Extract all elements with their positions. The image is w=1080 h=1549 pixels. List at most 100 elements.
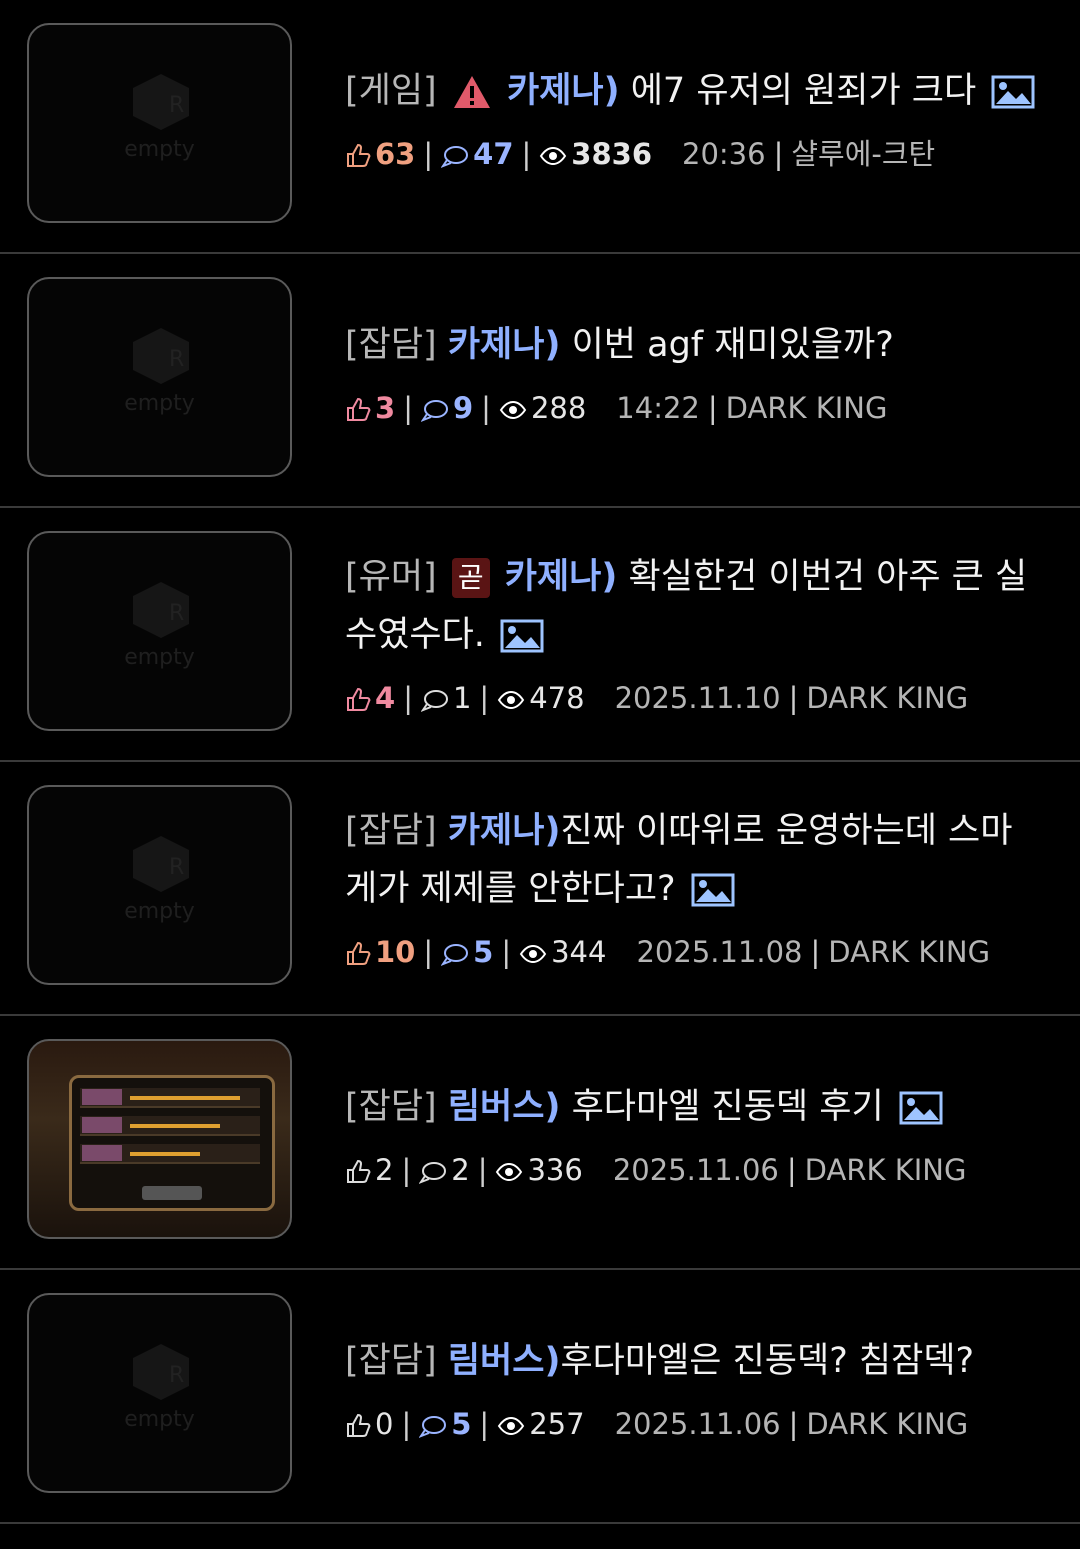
post-time: 14:22 [616,391,700,425]
post-category: [잡담] [345,1341,437,1381]
post-item[interactable]: R empty [잡담] 카제나)진짜 이따위로 운영하는데 스마게가 제제를 … [0,762,1080,1016]
separator: | [401,1407,412,1441]
eye-icon [498,1416,525,1436]
post-content: [게임] 카제나) 에7 유저의 원죄가 크다 63 | 47 | 3836 20:36 |… [345,62,1040,176]
eye-icon [540,146,567,166]
post-item[interactable]: R empty [잡담] 림버스)후다마엘은 진동덱? 침잠덱? 0 | 5 | 257… [0,1270,1080,1524]
comment-count: 1 [452,681,472,715]
view-count: 288 [530,391,587,425]
post-list: R empty [게임] 카제나) 에7 유저의 원죄가 크다 63 | 47 | 38… [0,0,1080,1524]
image-icon [691,873,735,907]
post-content: [잡담] 카제나)진짜 이따위로 운영하는데 스마게가 제제를 안한다고? 10… [345,802,1040,974]
separator: | [481,391,491,425]
post-title[interactable]: [유머] 곧 카제나) 확실한건 이번건 아주 큰 실수였수다. [345,548,1040,664]
view-count: 336 [527,1153,583,1187]
view-count: 344 [551,935,607,969]
post-title-text: 이번 agf 재미있을까? [560,325,894,365]
post-meta: 10 | 5 | 344 2025.11.08 | DARK KING [345,930,1040,974]
post-thumbnail[interactable]: R empty [27,23,292,223]
image-icon [991,75,1035,109]
separator: | [810,935,821,969]
post-author[interactable]: DARK KING [805,1153,967,1187]
thumb-up-icon [347,143,371,167]
post-time: 2025.11.06 [614,1407,781,1441]
post-thumbnail[interactable]: R empty [27,277,292,477]
separator: | [403,681,413,715]
post-tag: 림버스) [447,1341,561,1381]
comment-icon [419,1162,447,1184]
post-time: 2025.11.08 [636,935,803,969]
post-thumbnail[interactable]: R empty [27,785,292,985]
placeholder-text: empty [124,137,195,162]
post-tag: 카제나) [507,71,620,111]
separator: | [786,1153,797,1187]
eye-icon [519,944,547,964]
post-author[interactable]: DARK KING [806,1407,968,1441]
post-tag: 림버스) [447,1087,561,1127]
post-title[interactable]: [게임] 카제나) 에7 유저의 원죄가 크다 [345,62,1040,120]
placeholder-logo-icon: R [133,1344,189,1400]
placeholder-text: empty [124,645,195,670]
post-title-text: 진짜 이따위로 운영하는데 스마게가 제제를 안한다고? [345,811,1013,909]
post-content: [잡담] 카제나) 이번 agf 재미있을까? 3 | 9 | 288 14:22 | DAR… [345,316,1040,430]
eye-icon [498,690,525,710]
post-category: [유머] [345,557,437,597]
svg-text:R: R [169,93,184,118]
separator: | [788,1407,799,1441]
post-thumbnail[interactable]: R empty [27,531,292,731]
post-title[interactable]: [잡담] 카제나)진짜 이따위로 운영하는데 스마게가 제제를 안한다고? [345,802,1040,918]
post-category: [게임] [345,71,437,111]
image-icon [500,619,544,653]
separator: | [788,681,799,715]
post-title-text: 후다마엘 진동덱 후기 [560,1087,884,1127]
post-category: [잡담] [345,811,437,851]
post-author[interactable]: DARK KING [726,391,888,425]
separator: | [479,681,490,715]
post-item[interactable]: R empty [잡담] 카제나) 이번 agf 재미있을까? 3 | 9 | 288 1… [0,254,1080,508]
post-title[interactable]: [잡담] 림버스) 후다마엘 진동덱 후기 [345,1078,1040,1136]
post-category: [잡담] [345,325,437,365]
placeholder-logo-icon: R [133,74,189,130]
post-author[interactable]: 샬루에-크탄 [791,137,935,171]
post-author[interactable]: DARK KING [806,681,968,715]
post-item[interactable]: R empty [유머] 곧 카제나) 확실한건 이번건 아주 큰 실수였수다.… [0,508,1080,762]
image-icon [899,1091,943,1125]
comment-count: 47 [473,137,514,171]
svg-text:R: R [169,601,184,626]
placeholder-logo-icon: R [133,328,189,384]
comment-icon [441,146,469,168]
post-title[interactable]: [잡담] 림버스)후다마엘은 진동덱? 침잠덱? [345,1332,1040,1390]
post-time: 20:36 [682,137,766,171]
separator: | [401,1153,412,1187]
placeholder-text: empty [124,899,195,924]
comment-icon [420,690,448,712]
game-screenshot-thumbnail [69,1075,275,1211]
post-thumbnail[interactable]: R empty [27,1293,292,1493]
post-content: [잡담] 림버스) 후다마엘 진동덱 후기 2 | 2 | 336 2025.11.06 |… [345,1078,1040,1192]
thumb-up-icon [347,1413,371,1437]
post-meta: 0 | 5 | 257 2025.11.06 | DARK KING [345,1402,1040,1446]
thumb-up-icon [347,1159,371,1183]
post-content: [잡담] 림버스)후다마엘은 진동덱? 침잠덱? 0 | 5 | 257 2025.11.… [345,1332,1040,1446]
view-count: 3836 [571,137,652,171]
post-item[interactable]: [잡담] 림버스) 후다마엘 진동덱 후기 2 | 2 | 336 2025.11.06 |… [0,1016,1080,1270]
post-title-text: 에7 유저의 원죄가 크다 [619,71,977,111]
separator: | [423,935,434,969]
placeholder-text: empty [124,391,195,416]
post-title[interactable]: [잡담] 카제나) 이번 agf 재미있을까? [345,316,1040,374]
comment-icon [441,944,469,966]
post-content: [유머] 곧 카제나) 확실한건 이번건 아주 큰 실수였수다. 4 | 1 | 478… [345,548,1040,720]
placeholder-text: empty [124,1407,195,1432]
post-thumbnail[interactable] [27,1039,292,1239]
post-item[interactable]: R empty [게임] 카제나) 에7 유저의 원죄가 크다 63 | 47 | 38… [0,0,1080,254]
view-count: 257 [529,1407,585,1441]
comment-count: 9 [452,391,474,425]
placeholder-logo-icon: R [133,836,189,892]
like-count: 3 [375,391,396,425]
like-count: 10 [375,935,416,969]
separator: | [477,1153,488,1187]
post-title-text: 확실한건 이번건 아주 큰 실수였수다. [345,557,1028,655]
thumb-up-icon [347,687,371,711]
post-author[interactable]: DARK KING [828,935,990,969]
post-time: 2025.11.06 [612,1153,779,1187]
